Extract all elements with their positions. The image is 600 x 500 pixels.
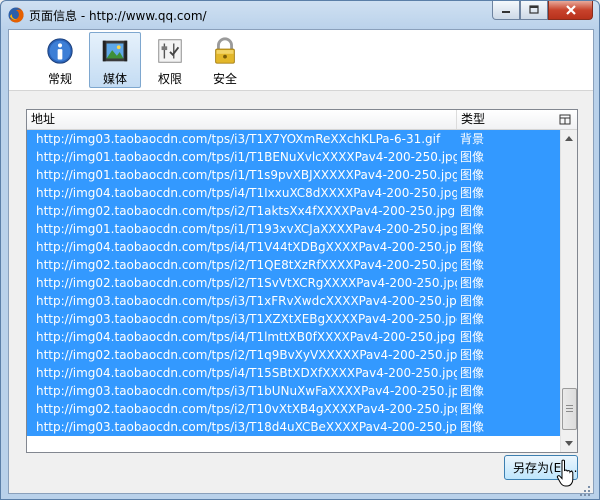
table-row[interactable]: http://img01.taobaocdn.com/tps/i1/T1s9pv… <box>27 166 560 184</box>
row-type: 图像 <box>460 312 485 326</box>
tab-security[interactable]: 安全 <box>199 32 251 88</box>
caption-buttons <box>492 1 593 20</box>
info-icon <box>47 38 73 64</box>
page-info-window: 页面信息 - http://www.qq.com/ 常规 媒体 权限 安全 地址… <box>0 0 600 500</box>
grip-line <box>566 411 573 412</box>
row-type: 图像 <box>460 366 485 380</box>
table-row[interactable]: http://img03.taobaocdn.com/tps/i3/T1xFRv… <box>27 292 560 310</box>
row-address: http://img03.taobaocdn.com/tps/i3/T1XZXt… <box>36 312 457 326</box>
tab-media-label: 媒体 <box>102 72 127 86</box>
tab-general[interactable]: 常规 <box>34 32 86 88</box>
table-row[interactable]: http://img03.taobaocdn.com/tps/i3/T18d4u… <box>27 418 560 436</box>
table-row[interactable]: http://img04.taobaocdn.com/tps/i4/T1lmtt… <box>27 328 560 346</box>
row-type: 图像 <box>460 204 485 218</box>
column-header-type[interactable]: 类型 <box>457 110 557 129</box>
table-row[interactable]: http://img03.taobaocdn.com/tps/i3/T1XZXt… <box>27 310 560 328</box>
row-address: http://img02.taobaocdn.com/tps/i2/T1akts… <box>36 204 456 218</box>
row-type: 图像 <box>460 348 485 362</box>
column-header-address[interactable]: 地址 <box>27 110 457 129</box>
tab-permissions-label: 权限 <box>157 72 182 86</box>
media-list-header: 地址 类型 <box>27 110 577 130</box>
table-row[interactable]: http://img04.taobaocdn.com/tps/i4/T1V44t… <box>27 238 560 256</box>
row-address: http://img04.taobaocdn.com/tps/i4/T1Ixxu… <box>36 186 457 200</box>
row-type: 图像 <box>460 330 485 344</box>
row-type: 图像 <box>460 276 485 290</box>
row-address: http://img03.taobaocdn.com/tps/i3/T18d4u… <box>36 420 457 434</box>
minimize-button[interactable] <box>492 1 520 20</box>
maximize-button[interactable] <box>520 1 548 20</box>
table-row[interactable]: http://img02.taobaocdn.com/tps/i2/T10vXt… <box>27 400 560 418</box>
vertical-scrollbar[interactable] <box>560 130 577 452</box>
chevron-down-icon <box>565 441 573 446</box>
table-row[interactable]: http://img02.taobaocdn.com/tps/i2/T1q9Bv… <box>27 346 560 364</box>
row-address: http://img02.taobaocdn.com/tps/i2/T1q9Bv… <box>36 348 457 362</box>
media-icon <box>102 40 128 62</box>
mouse-cursor-icon <box>556 459 574 487</box>
resize-grip-icon[interactable] <box>579 485 591 497</box>
column-picker-icon[interactable] <box>559 113 572 126</box>
row-type: 图像 <box>460 168 485 182</box>
row-address: http://img02.taobaocdn.com/tps/i2/T10vXt… <box>36 402 457 416</box>
table-row[interactable]: http://img01.taobaocdn.com/tps/i1/T1BENu… <box>27 148 560 166</box>
row-address: http://img03.taobaocdn.com/tps/i3/T1X7YO… <box>36 132 441 146</box>
row-type: 图像 <box>460 186 485 200</box>
chevron-up-icon <box>565 136 573 141</box>
title-bar[interactable]: 页面信息 - http://www.qq.com/ <box>1 1 599 29</box>
row-type: 背景 <box>460 132 485 146</box>
row-address: http://img01.taobaocdn.com/tps/i1/T193xv… <box>36 222 457 236</box>
scroll-down-button[interactable] <box>561 435 577 452</box>
row-type: 图像 <box>460 150 485 164</box>
table-row[interactable]: http://img01.taobaocdn.com/tps/i1/T193xv… <box>27 220 560 238</box>
grip-line <box>566 408 573 409</box>
tab-media[interactable]: 媒体 <box>89 32 141 88</box>
row-address: http://img01.taobaocdn.com/tps/i1/T1s9pv… <box>36 168 457 182</box>
dialog-body: 常规 媒体 权限 安全 地址 类型 http://img03.taobaocdn… <box>8 29 594 494</box>
row-address: http://img04.taobaocdn.com/tps/i4/T1lmtt… <box>36 330 456 344</box>
row-type: 图像 <box>460 384 485 398</box>
row-type: 图像 <box>460 222 485 236</box>
row-type: 图像 <box>460 420 485 434</box>
tab-toolbar: 常规 媒体 权限 安全 <box>9 30 593 91</box>
minimize-icon <box>502 11 510 13</box>
window-title: 页面信息 - http://www.qq.com/ <box>29 9 207 23</box>
close-icon <box>565 5 576 15</box>
tab-security-label: 安全 <box>212 72 237 86</box>
tab-general-label: 常规 <box>47 72 72 86</box>
row-address: http://img03.taobaocdn.com/tps/i3/T1bUNu… <box>36 384 457 398</box>
row-address: http://img04.taobaocdn.com/tps/i4/T1V44t… <box>36 240 457 254</box>
maximize-icon <box>529 5 539 14</box>
grip-line <box>566 405 573 406</box>
table-row[interactable]: http://img03.taobaocdn.com/tps/i3/T1bUNu… <box>27 382 560 400</box>
row-type: 图像 <box>460 294 485 308</box>
lock-icon <box>215 37 235 64</box>
row-address: http://img03.taobaocdn.com/tps/i3/T1xFRv… <box>36 294 457 308</box>
scrollbar-thumb[interactable] <box>562 388 577 430</box>
row-address: http://img01.taobaocdn.com/tps/i1/T1BENu… <box>36 150 457 164</box>
table-row[interactable]: http://img04.taobaocdn.com/tps/i4/T15SBt… <box>27 364 560 382</box>
permissions-icon <box>158 39 182 63</box>
close-button[interactable] <box>548 1 593 20</box>
row-type: 图像 <box>460 258 485 272</box>
table-row[interactable]: http://img03.taobaocdn.com/tps/i3/T1X7YO… <box>27 130 560 148</box>
row-address: http://img04.taobaocdn.com/tps/i4/T15SBt… <box>36 366 457 380</box>
table-row[interactable]: http://img04.taobaocdn.com/tps/i4/T1Ixxu… <box>27 184 560 202</box>
row-type: 图像 <box>460 240 485 254</box>
media-list[interactable]: 地址 类型 http://img03.taobaocdn.com/tps/i3/… <box>26 109 578 453</box>
table-row[interactable]: http://img02.taobaocdn.com/tps/i2/T1QE8t… <box>27 256 560 274</box>
table-row[interactable]: http://img02.taobaocdn.com/tps/i2/T1akts… <box>27 202 560 220</box>
table-row[interactable]: http://img02.taobaocdn.com/tps/i2/T1SvVt… <box>27 274 560 292</box>
tab-permissions[interactable]: 权限 <box>144 32 196 88</box>
firefox-icon <box>8 7 24 23</box>
row-address: http://img02.taobaocdn.com/tps/i2/T1QE8t… <box>36 258 457 272</box>
row-address: http://img02.taobaocdn.com/tps/i2/T1SvVt… <box>36 276 457 290</box>
row-type: 图像 <box>460 402 485 416</box>
media-rows: http://img03.taobaocdn.com/tps/i3/T1X7YO… <box>27 130 560 436</box>
scroll-up-button[interactable] <box>561 130 577 147</box>
